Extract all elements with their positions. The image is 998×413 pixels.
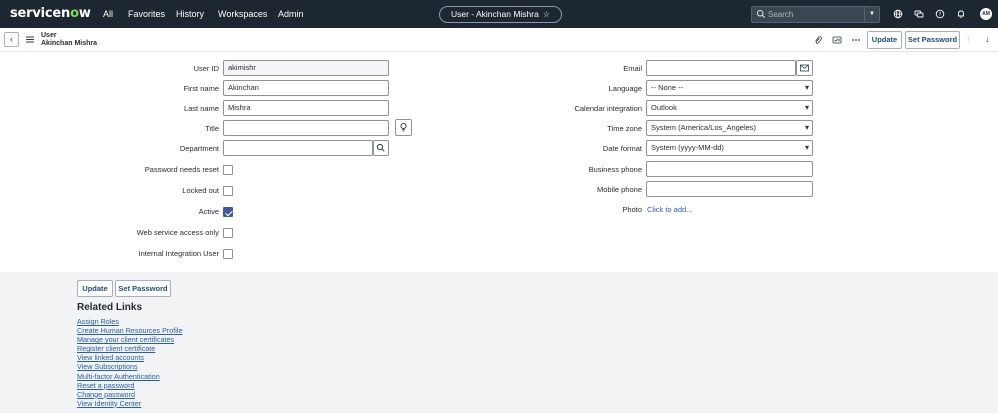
language-select[interactable]: -- None --	[646, 80, 813, 96]
set-password-button[interactable]: Set Password	[905, 31, 960, 49]
web-service-access-only-label: Web service access only	[136, 228, 219, 237]
arrow-down-icon[interactable]: ↓	[985, 34, 990, 44]
user-id-field[interactable]: akimishr	[223, 60, 389, 76]
title-field[interactable]	[223, 120, 389, 136]
internal-integration-user-label: Internal Integration User	[138, 249, 219, 258]
photo-label: Photo	[622, 205, 642, 214]
search-input[interactable]	[768, 8, 860, 21]
internal-integration-user-checkbox[interactable]	[223, 249, 233, 259]
change-password-link[interactable]: Change password	[77, 390, 135, 399]
language-label: Language	[608, 84, 642, 93]
last-name-field[interactable]: Mishra	[223, 100, 389, 116]
locked-out-label: Locked out	[182, 186, 219, 195]
top-nav: servicenow All Favorites History Workspa…	[0, 0, 998, 28]
email-field[interactable]	[646, 60, 796, 76]
arrow-up-icon[interactable]: ↑	[966, 34, 971, 44]
register-client-certificate-link[interactable]: Register client certificate	[77, 344, 155, 353]
reset-password-link[interactable]: Reset a password	[77, 381, 135, 390]
nav-workspaces[interactable]: Workspaces	[218, 9, 267, 19]
back-button[interactable]: ‹	[4, 32, 19, 47]
servicenow-logo[interactable]: servicenow	[10, 6, 91, 21]
multi-factor-authentication-link[interactable]: Multi-factor Authentication	[77, 372, 160, 381]
active-checkbox[interactable]	[223, 207, 233, 217]
last-name-label: Last name	[183, 104, 219, 113]
password-needs-reset-checkbox[interactable]	[223, 165, 233, 175]
view-identity-center-link[interactable]: View Identity Center	[77, 399, 141, 408]
envelope-icon	[800, 64, 809, 72]
language-value: -- None --	[651, 83, 684, 92]
more-options-icon[interactable]	[851, 35, 861, 45]
date-format-label: Date format	[602, 144, 642, 153]
calendar-integration-select[interactable]: Outlook	[646, 100, 813, 116]
add-photo-link[interactable]: Click to add...	[647, 205, 692, 214]
context-menu-icon[interactable]	[26, 36, 34, 43]
time-zone-value: System (America/Los_Angeles)	[651, 123, 757, 132]
title-label: Title	[205, 124, 219, 133]
business-phone-label: Business phone	[588, 165, 642, 174]
update-button[interactable]: Update	[867, 31, 902, 49]
first-name-label: First name	[183, 84, 219, 93]
view-subscriptions-link[interactable]: View Subscriptions	[77, 362, 138, 371]
user-avatar[interactable]: AM	[980, 8, 992, 20]
manage-client-certificates-link[interactable]: Manage your client certificates	[77, 335, 174, 344]
search-icon	[376, 143, 385, 152]
bottom-set-password-button[interactable]: Set Password	[115, 280, 171, 297]
email-label: Email	[623, 64, 642, 73]
assign-roles-link[interactable]: Assign Roles	[77, 317, 119, 326]
form-record-name: Akinchan Mishra	[41, 40, 98, 47]
search-scope-dropdown[interactable]: ▼	[864, 7, 879, 22]
chat-icon[interactable]	[914, 9, 924, 19]
help-icon[interactable]: ?	[935, 9, 945, 19]
nav-favorites[interactable]: Favorites	[128, 9, 165, 19]
business-phone-field[interactable]	[646, 161, 813, 177]
activity-stream-icon[interactable]	[832, 35, 842, 45]
department-field[interactable]	[223, 140, 373, 156]
paperclip-icon[interactable]	[813, 35, 823, 45]
record-title-pill[interactable]: User - Akinchan Mishra ☆	[439, 6, 562, 23]
form-record-type: User	[41, 32, 57, 39]
password-needs-reset-label: Password needs reset	[144, 165, 219, 174]
star-icon[interactable]: ☆	[543, 10, 550, 19]
active-label: Active	[198, 207, 219, 216]
chevron-left-icon: ‹	[10, 34, 13, 44]
svg-text:?: ?	[939, 12, 942, 18]
department-lookup-button[interactable]	[373, 140, 389, 156]
nav-admin[interactable]: Admin	[278, 9, 304, 19]
department-label: Department	[179, 144, 219, 153]
global-search: ▼	[751, 6, 880, 23]
send-email-button[interactable]	[796, 60, 813, 76]
user-form: User ID akimishr First name Akinchan Las…	[0, 52, 998, 272]
suggestion-button[interactable]	[395, 119, 412, 136]
calendar-integration-value: Outlook	[651, 103, 677, 112]
create-hr-profile-link[interactable]: Create Human Resources Profile	[77, 326, 182, 335]
time-zone-select[interactable]: System (America/Los_Angeles)	[646, 120, 813, 136]
locked-out-checkbox[interactable]	[223, 186, 233, 196]
search-icon	[756, 9, 766, 19]
date-format-value: System (yyyy-MM-dd)	[651, 143, 724, 152]
mobile-phone-label: Mobile phone	[596, 185, 642, 194]
first-name-field[interactable]: Akinchan	[223, 80, 389, 96]
mobile-phone-field[interactable]	[646, 181, 813, 197]
web-service-access-only-checkbox[interactable]	[223, 228, 233, 238]
related-links-list: Assign Roles Create Human Resources Prof…	[77, 317, 182, 408]
date-format-select[interactable]: System (yyyy-MM-dd)	[646, 140, 813, 156]
view-linked-accounts-link[interactable]: View linked accounts	[77, 353, 144, 362]
bottom-update-button[interactable]: Update	[77, 280, 113, 297]
calendar-integration-label: Calendar integration	[574, 104, 642, 113]
user-id-label: User ID	[193, 64, 219, 73]
related-links-title: Related Links	[77, 302, 143, 313]
lightbulb-icon	[400, 122, 407, 132]
bell-icon[interactable]	[956, 9, 966, 19]
nav-history[interactable]: History	[176, 9, 204, 19]
form-header: ‹ User Akinchan Mishra Update Set Passwo…	[0, 28, 998, 52]
time-zone-label: Time zone	[607, 124, 642, 133]
record-title: User - Akinchan Mishra	[450, 9, 539, 19]
nav-all[interactable]: All	[103, 9, 113, 19]
globe-icon[interactable]	[893, 9, 903, 19]
